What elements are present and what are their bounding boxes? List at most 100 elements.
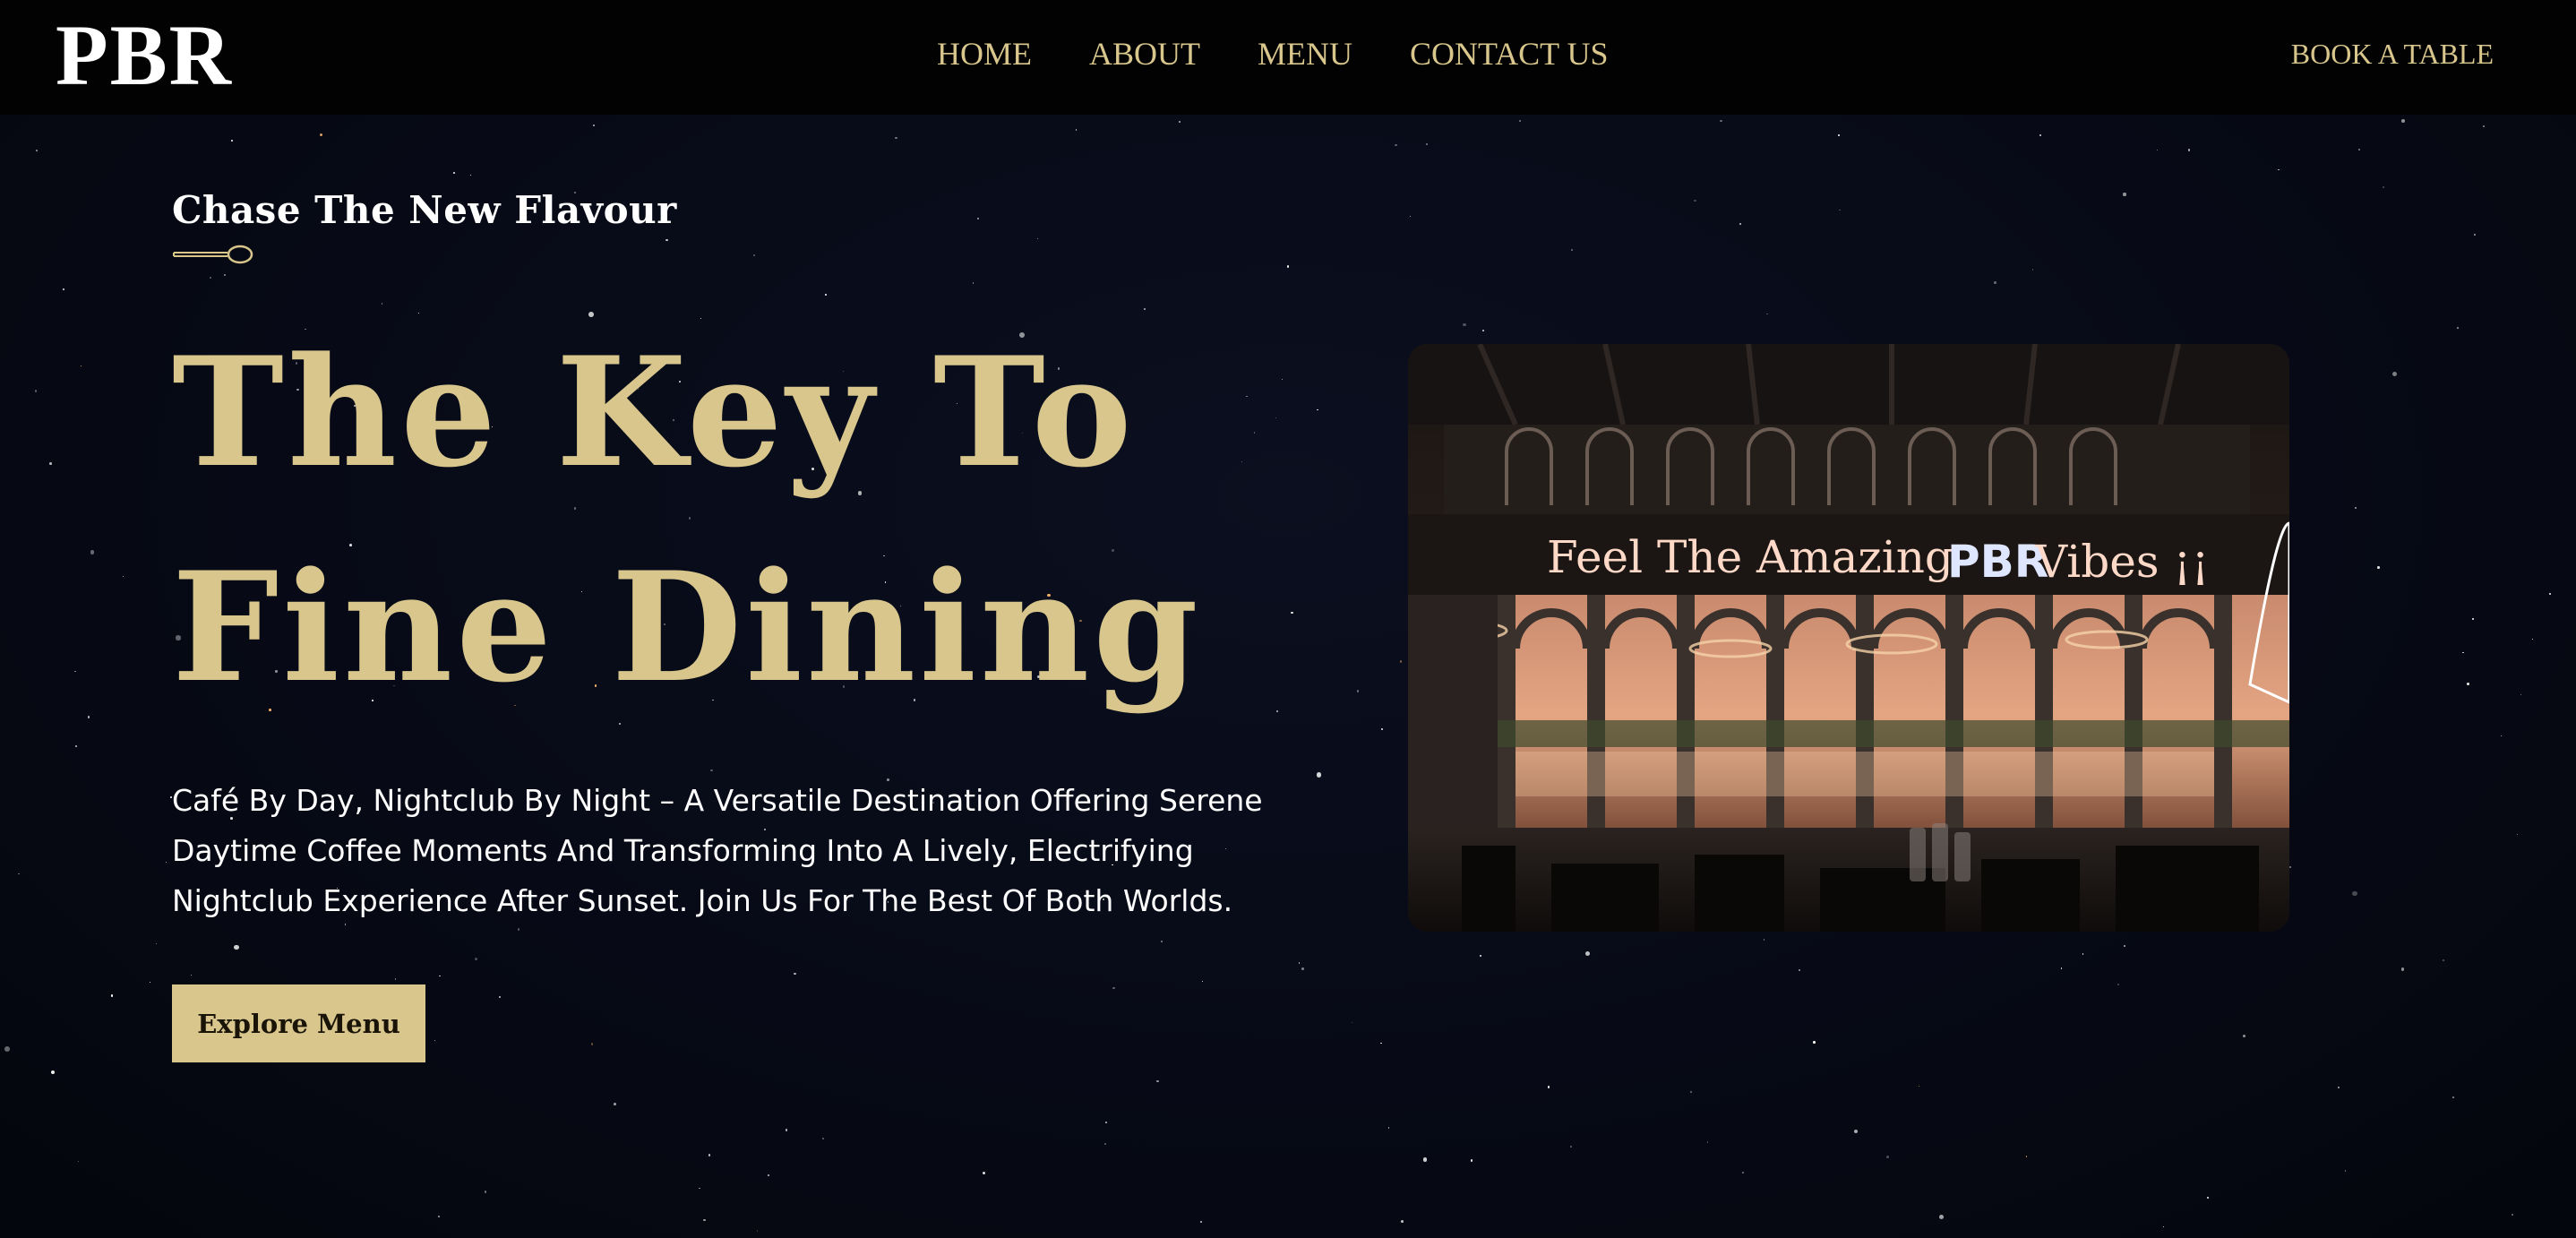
star [2123, 193, 2126, 196]
star [484, 1191, 486, 1193]
star [1584, 950, 1590, 956]
star [452, 172, 455, 175]
star [1076, 129, 1078, 131]
star [2242, 1035, 2245, 1038]
star [474, 958, 477, 961]
star [49, 461, 53, 465]
star [18, 873, 20, 875]
star [2039, 133, 2041, 137]
star [1479, 955, 1481, 958]
star [752, 254, 755, 256]
star [1298, 962, 1301, 965]
navbar: PBR HOME ABOUT MENU CONTACT US BOOK A TA… [0, 0, 2576, 115]
star [499, 995, 502, 999]
star [972, 282, 975, 285]
star [1470, 1159, 1473, 1162]
star [1763, 938, 1765, 941]
neon-sign-brand: PBR [1947, 536, 2048, 588]
star [2520, 693, 2522, 695]
star [155, 943, 157, 945]
star [469, 174, 471, 176]
star [1798, 969, 1800, 972]
star [1885, 1155, 1889, 1158]
star [1200, 1221, 1202, 1223]
star [223, 274, 226, 276]
star [1201, 980, 1203, 982]
star [2400, 118, 2405, 124]
star [75, 744, 78, 747]
star [2344, 1170, 2346, 1172]
star [63, 288, 64, 290]
star [1741, 1172, 1744, 1174]
star [2187, 149, 2191, 151]
star [2442, 959, 2444, 961]
star [2354, 506, 2357, 510]
star [895, 136, 897, 140]
star [1409, 215, 1412, 218]
star [50, 1070, 56, 1074]
star [2117, 984, 2119, 986]
star [74, 670, 76, 673]
star [2031, 269, 2034, 271]
star [81, 365, 82, 366]
star [2289, 865, 2292, 868]
star [1395, 143, 1398, 147]
star [191, 974, 193, 976]
star [699, 1187, 700, 1190]
star [1036, 237, 1038, 239]
hero-description: Café By Day, Nightclub By Night – A Vers… [172, 783, 1263, 918]
star [2467, 683, 2469, 685]
star [821, 1138, 824, 1140]
star [1112, 986, 1115, 990]
star [2456, 327, 2459, 330]
star [4, 1046, 10, 1053]
star [2500, 735, 2502, 737]
star [234, 944, 240, 950]
nav-contact-link[interactable]: CONTACT US [1410, 34, 1608, 73]
star [2462, 651, 2464, 653]
star [2278, 168, 2280, 170]
star [2391, 371, 2398, 377]
explore-menu-button[interactable]: Explore Menu [172, 984, 425, 1062]
star [438, 1216, 440, 1217]
star [230, 139, 234, 142]
star [1286, 265, 1290, 269]
star [983, 1171, 986, 1174]
star [1690, 1091, 1692, 1093]
star [1570, 1146, 1573, 1148]
star [2163, 1225, 2165, 1227]
star [2382, 186, 2384, 189]
book-table-button[interactable]: BOOK A TABLE [2291, 36, 2494, 72]
star [1387, 1127, 1390, 1129]
neon-sign-text: Feel The Amazing [1547, 531, 1953, 583]
star [2531, 639, 2533, 640]
star [1519, 120, 1521, 122]
star [1482, 330, 1485, 332]
star [1380, 1043, 1382, 1045]
star [2352, 891, 2357, 897]
star [1739, 222, 1742, 225]
star [2377, 566, 2380, 569]
star [1839, 209, 1842, 211]
star [1156, 1079, 1160, 1083]
nav-menu-link[interactable]: MENU [1258, 34, 1352, 73]
logo[interactable]: PBR [56, 13, 233, 99]
star [34, 390, 37, 392]
star [210, 277, 212, 279]
star [1401, 1220, 1404, 1224]
star [518, 928, 520, 931]
nav-about-link[interactable]: ABOUT [1089, 34, 1200, 73]
star [1425, 142, 1428, 146]
nav-home-link[interactable]: HOME [937, 34, 1032, 73]
star [2060, 967, 2063, 970]
star [319, 133, 323, 137]
star [2337, 1086, 2340, 1089]
star [1813, 1041, 1816, 1044]
star [122, 576, 124, 578]
star [1720, 119, 1723, 123]
star [90, 550, 95, 555]
star [2548, 592, 2551, 595]
star [2400, 967, 2405, 971]
star [2512, 1213, 2514, 1216]
nav-menu: HOME ABOUT MENU CONTACT US [937, 34, 1608, 73]
